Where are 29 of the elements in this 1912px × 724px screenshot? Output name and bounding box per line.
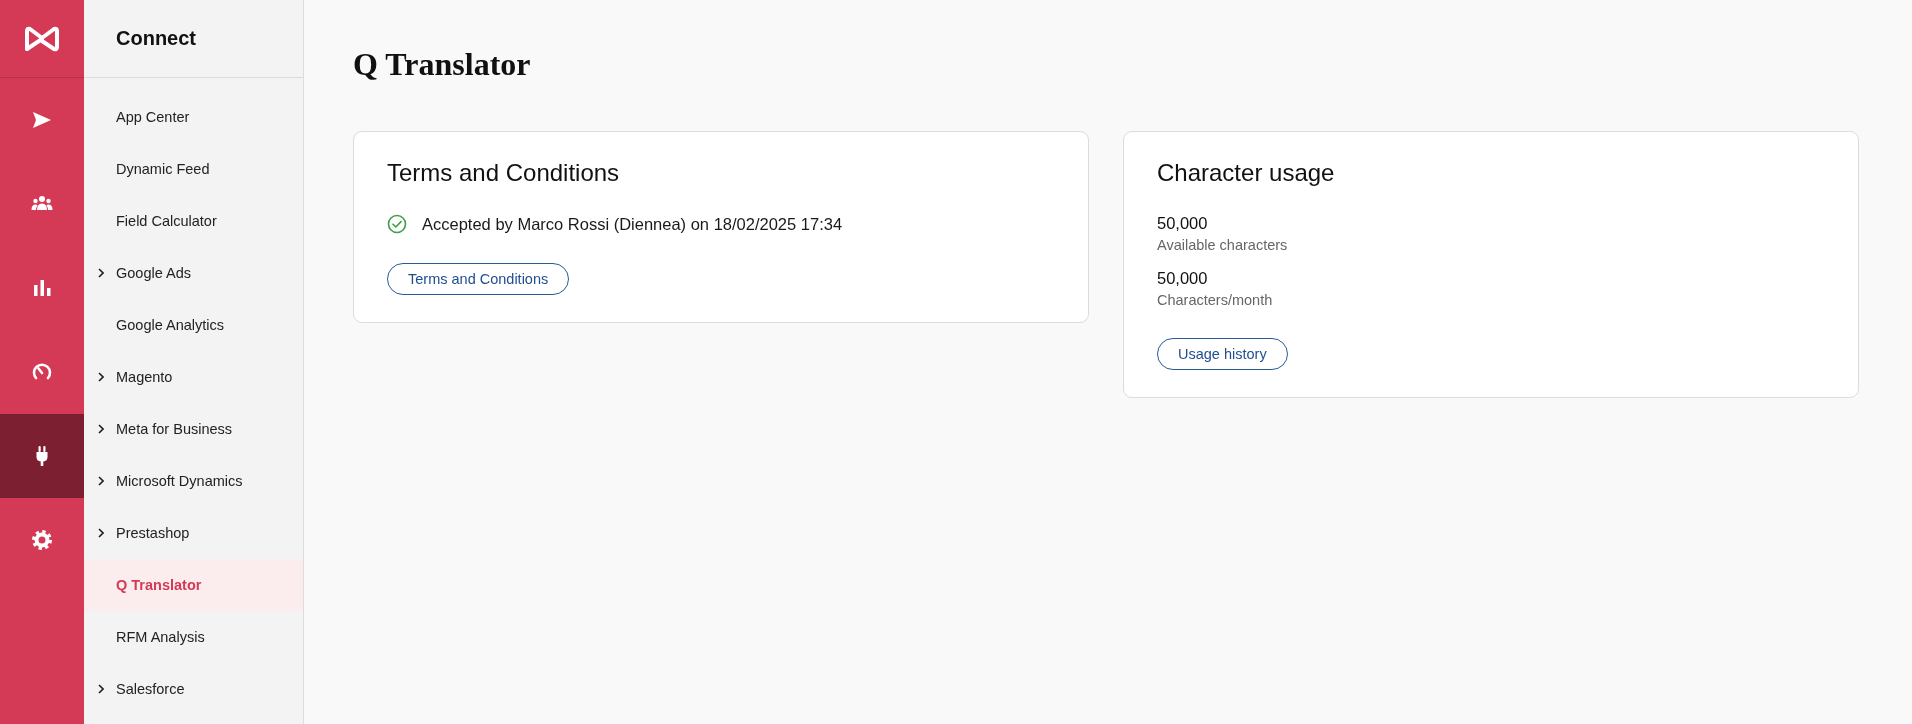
sidebar-item[interactable]: Q Translator bbox=[84, 559, 303, 611]
sidebar-item[interactable]: Salesforce bbox=[84, 663, 303, 715]
sidebar-item[interactable]: RFM Analysis bbox=[84, 611, 303, 663]
acceptance-status: Accepted by Marco Rossi (Diennea) on 18/02/2025 17:34 bbox=[422, 214, 843, 234]
terms-button[interactable]: Terms and Conditions bbox=[387, 263, 570, 295]
rail-nav-item[interactable] bbox=[0, 414, 84, 498]
card-title: Terms and Conditions bbox=[387, 159, 621, 187]
page-title: Q Translator bbox=[353, 46, 532, 83]
bar-chart-icon bbox=[31, 277, 53, 299]
check-circle-icon bbox=[387, 214, 407, 234]
card-title: Character usage bbox=[1157, 159, 1336, 187]
sidebar-title: Connect bbox=[116, 27, 196, 50]
usage-history-button[interactable]: Usage history bbox=[1157, 338, 1288, 370]
stat-value: 50,000 bbox=[1157, 269, 1209, 288]
sidebar-item[interactable]: Dynamic Feed bbox=[84, 143, 303, 195]
stat-label: Characters/month bbox=[1157, 292, 1274, 308]
logo-icon[interactable] bbox=[23, 24, 61, 53]
sidebar-item[interactable]: Google Ads bbox=[84, 247, 303, 299]
sidebar-item[interactable]: Prestashop bbox=[84, 507, 303, 559]
stat-label: Available characters bbox=[1157, 237, 1289, 253]
sidebar-item[interactable]: Meta for Business bbox=[84, 403, 303, 455]
sidebar-item[interactable]: Microsoft Dynamics bbox=[84, 455, 303, 507]
send-icon bbox=[31, 109, 53, 131]
settings-icon bbox=[31, 529, 53, 551]
sidebar-item[interactable]: Magento bbox=[84, 351, 303, 403]
stat-value: 50,000 bbox=[1157, 214, 1209, 233]
sidebar-item[interactable]: Field Calculator bbox=[84, 195, 303, 247]
sidebar-item[interactable]: App Center bbox=[84, 91, 303, 143]
sidebar-item[interactable]: Google Analytics bbox=[84, 299, 303, 351]
